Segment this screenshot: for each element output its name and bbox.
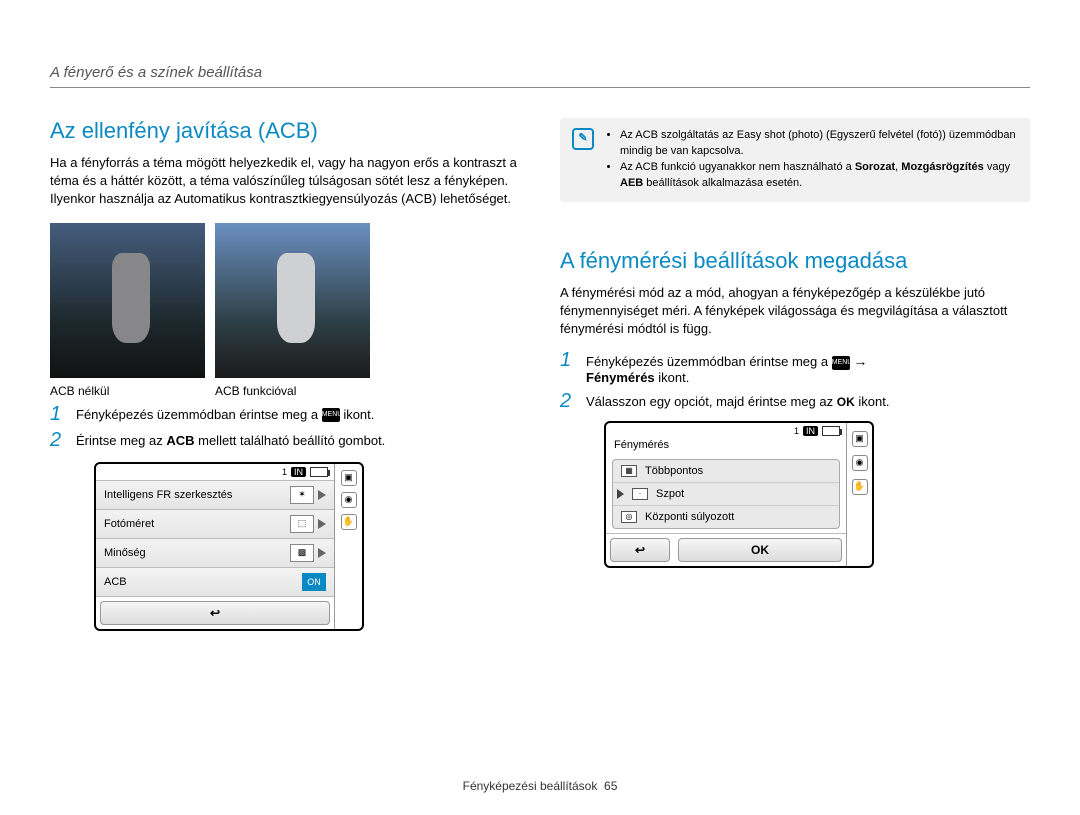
note-bullet-1: Az ACB szolgáltatás az Easy shot (photo)… bbox=[620, 128, 1018, 160]
photosize-icon: ⬚ bbox=[290, 515, 314, 533]
face-retouch-icon: ✶ bbox=[290, 486, 314, 504]
menu-row-photosize[interactable]: Fotóméret ⬚ bbox=[96, 509, 334, 538]
screen-status-bar: 1 IN bbox=[96, 464, 334, 480]
option-label: Többpontos bbox=[645, 465, 703, 477]
option-multi[interactable]: ▦ Többpontos bbox=[613, 460, 839, 482]
r-step1-pre: Fényképezés üzemmódban érintse meg a bbox=[586, 354, 832, 369]
step2-bold: ACB bbox=[166, 433, 194, 448]
row-label: ACB bbox=[104, 576, 127, 588]
footer-label: Fényképezési beállítások bbox=[463, 779, 598, 793]
side-icon-2[interactable]: ◉ bbox=[852, 455, 868, 471]
acb-intro: Ha a fényforrás a téma mögött helyezkedi… bbox=[50, 154, 520, 209]
photo-with-acb bbox=[215, 223, 370, 378]
step1-text-post: ikont. bbox=[343, 407, 374, 422]
info-icon: ✎ bbox=[572, 128, 594, 150]
caption-with: ACB funkcióval bbox=[215, 384, 370, 398]
step-number: 1 bbox=[50, 404, 66, 424]
quality-icon: ▩ bbox=[290, 544, 314, 562]
multi-metering-icon: ▦ bbox=[621, 465, 637, 477]
menu-icon: MENU bbox=[832, 356, 850, 370]
side-icon-3[interactable]: ✋ bbox=[852, 479, 868, 495]
step-1-left: 1 Fényképezés üzemmódban érintse meg a M… bbox=[50, 404, 520, 424]
menu-row-acb[interactable]: ACB ON bbox=[96, 567, 334, 596]
battery-icon bbox=[822, 426, 840, 436]
r-step2-pre: Válasszon egy opciót, majd érintse meg a… bbox=[586, 394, 837, 409]
option-center[interactable]: ◎ Központi súlyozott bbox=[613, 505, 839, 528]
center-metering-icon: ◎ bbox=[621, 511, 637, 523]
note2-b3: AEB bbox=[620, 177, 643, 189]
manual-page: A fényerő és a színek beállítása Az elle… bbox=[0, 0, 1080, 815]
metering-title: Fénymérés bbox=[606, 439, 846, 455]
step-1-right: 1 Fényképezés üzemmódban érintse meg a M… bbox=[560, 350, 1030, 385]
chevron-right-icon bbox=[318, 490, 326, 500]
step-number: 1 bbox=[560, 350, 576, 370]
arrow-right-icon: → bbox=[853, 353, 867, 369]
storage-in-icon: IN bbox=[291, 467, 306, 477]
example-photo-pair: ACB nélkül ACB funkcióval bbox=[50, 223, 520, 398]
side-icon-bar: ▣ ◉ ✋ bbox=[334, 464, 362, 629]
note-bullet-2: Az ACB funkció ugyanakkor nem használhat… bbox=[620, 160, 1018, 192]
spot-metering-icon: · bbox=[632, 488, 648, 500]
row-label: Intelligens FR szerkesztés bbox=[104, 489, 232, 501]
option-spot[interactable]: · Szpot bbox=[613, 482, 839, 505]
note2-pre: Az ACB funkció ugyanakkor nem használhat… bbox=[620, 161, 855, 173]
r-step2-post: ikont. bbox=[858, 394, 889, 409]
r-step1-post: ikont. bbox=[658, 370, 689, 385]
side-icon-1[interactable]: ▣ bbox=[341, 470, 357, 486]
menu-icon: MENU bbox=[322, 408, 340, 422]
example-with-acb: ACB funkcióval bbox=[215, 223, 370, 398]
back-button[interactable]: ↩ bbox=[610, 538, 670, 562]
note2-mid2: vagy bbox=[984, 161, 1010, 173]
metering-intro: A fénymérési mód az a mód, ahogyan a fén… bbox=[560, 284, 1030, 339]
step2-text-post: mellett található beállító gombot. bbox=[198, 433, 385, 448]
caption-without: ACB nélkül bbox=[50, 384, 205, 398]
step1-text-pre: Fényképezés üzemmódban érintse meg a bbox=[76, 407, 322, 422]
battery-icon bbox=[310, 467, 328, 477]
step-2-left: 2 Érintse meg az ACB mellett található b… bbox=[50, 430, 520, 450]
side-icon-1[interactable]: ▣ bbox=[852, 431, 868, 447]
note2-b1: Sorozat bbox=[855, 161, 895, 173]
back-button[interactable]: ↩ bbox=[100, 601, 330, 625]
option-label: Központi súlyozott bbox=[645, 511, 734, 523]
shot-count: 1 bbox=[282, 467, 287, 477]
storage-in-icon: IN bbox=[803, 426, 818, 436]
row-label: Minőség bbox=[104, 547, 146, 559]
section-title-acb: Az ellenfény javítása (ACB) bbox=[50, 118, 520, 144]
shot-count: 1 bbox=[794, 426, 799, 436]
step-number: 2 bbox=[560, 391, 576, 411]
menu-row-quality[interactable]: Minőség ▩ bbox=[96, 538, 334, 567]
step2-text-pre: Érintse meg az bbox=[76, 433, 166, 448]
photo-without-acb bbox=[50, 223, 205, 378]
page-number: 65 bbox=[604, 779, 617, 793]
screen-status-bar: 1 IN bbox=[606, 423, 846, 439]
toggle-on-button[interactable]: ON bbox=[302, 573, 326, 591]
side-icon-3[interactable]: ✋ bbox=[341, 514, 357, 530]
ok-button[interactable]: OK bbox=[678, 538, 842, 562]
breadcrumb: A fényerő és a színek beállítása bbox=[50, 64, 1030, 88]
two-column-layout: Az ellenfény javítása (ACB) Ha a fényfor… bbox=[50, 118, 1030, 631]
r-step1-bold: Fénymérés bbox=[586, 370, 655, 385]
chevron-right-icon bbox=[318, 519, 326, 529]
chevron-right-icon bbox=[318, 548, 326, 558]
right-column: ✎ Az ACB szolgáltatás az Easy shot (phot… bbox=[560, 118, 1030, 631]
section-title-metering: A fénymérési beállítások megadása bbox=[560, 248, 1030, 274]
side-icon-bar: ▣ ◉ ✋ bbox=[846, 423, 872, 566]
left-column: Az ellenfény javítása (ACB) Ha a fényfor… bbox=[50, 118, 520, 631]
note2-b2: Mozgásrögzítés bbox=[901, 161, 984, 173]
note2-post: beállítások alkalmazása esetén. bbox=[643, 177, 802, 189]
example-without-acb: ACB nélkül bbox=[50, 223, 205, 398]
page-footer: Fényképezési beállítások 65 bbox=[0, 779, 1080, 793]
step-2-right: 2 Válasszon egy opciót, majd érintse meg… bbox=[560, 391, 1030, 411]
info-note: ✎ Az ACB szolgáltatás az Easy shot (phot… bbox=[560, 118, 1030, 202]
side-icon-2[interactable]: ◉ bbox=[341, 492, 357, 508]
menu-row-smart-fr[interactable]: Intelligens FR szerkesztés ✶ bbox=[96, 480, 334, 509]
camera-menu-screenshot: 1 IN Intelligens FR szerkesztés ✶ Fotómé… bbox=[94, 462, 364, 631]
option-label: Szpot bbox=[656, 488, 684, 500]
row-label: Fotóméret bbox=[104, 518, 154, 530]
ok-icon: OK bbox=[837, 395, 855, 409]
camera-metering-screenshot: 1 IN Fénymérés ▦ Többpontos · bbox=[604, 421, 874, 568]
metering-option-list: ▦ Többpontos · Szpot ◎ Központi súlyozot… bbox=[612, 459, 840, 529]
step-number: 2 bbox=[50, 430, 66, 450]
